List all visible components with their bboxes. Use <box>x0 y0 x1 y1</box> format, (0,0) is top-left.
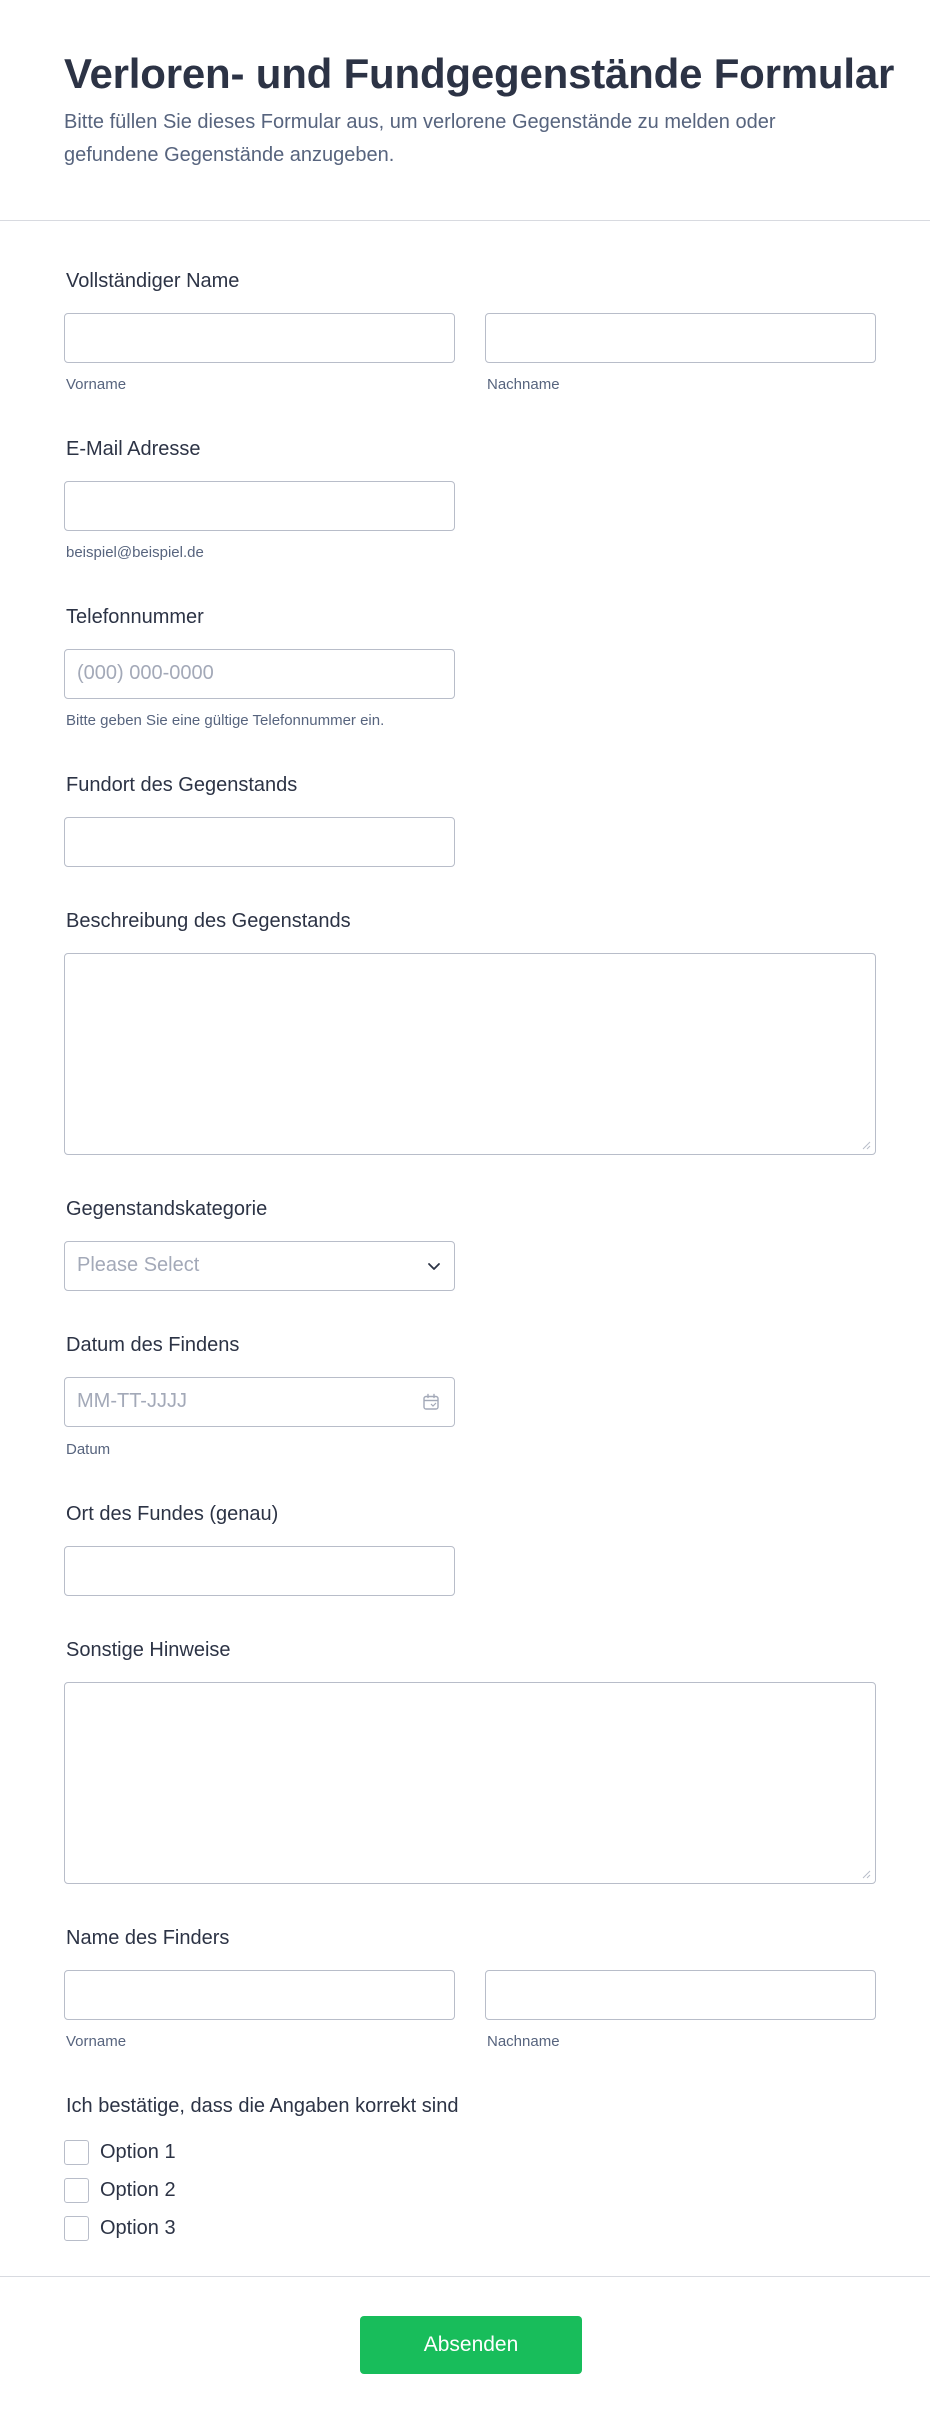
last-name-sublabel: Nachname <box>487 376 560 393</box>
checkbox[interactable] <box>64 2139 89 2165</box>
resize-grip-icon[interactable] <box>861 1140 871 1150</box>
confirmation-option[interactable]: Option 1 <box>64 2139 176 2165</box>
phone-label: Telefonnummer <box>66 606 204 628</box>
first-name-sublabel: Vorname <box>66 376 127 393</box>
full-name-label: Vollständiger Name <box>66 270 240 292</box>
email-input[interactable] <box>64 481 455 531</box>
finder-last-name-sublabel: Nachname <box>487 2033 560 2050</box>
item-category-placeholder: Please Select <box>77 1254 200 1276</box>
email-label: E-Mail Adresse <box>66 438 201 460</box>
checkbox[interactable] <box>64 2215 89 2241</box>
chevron-down-icon <box>428 1263 440 1270</box>
form-title: Verloren- und Fundgegenstände Formular <box>64 50 895 97</box>
found-place-input[interactable] <box>64 1546 455 1596</box>
item-description-label: Beschreibung des Gegenstands <box>66 910 351 932</box>
checkbox-label: Option 1 <box>100 2140 176 2163</box>
submit-button[interactable]: Absenden <box>360 2316 582 2374</box>
checkbox[interactable] <box>64 2177 89 2203</box>
found-date-sublabel: Datum <box>66 1441 111 1458</box>
item-category-label: Gegenstandskategorie <box>66 1198 268 1220</box>
form-subtitle: Bitte füllen Sie dieses Formular aus, um… <box>64 111 776 166</box>
phone-input[interactable]: (000) 000-0000 <box>64 649 455 699</box>
phone-sublabel: Bitte geben Sie eine gültige Telefonnumm… <box>66 712 385 729</box>
calendar-icon[interactable] <box>422 1393 440 1411</box>
first-name-input[interactable] <box>64 313 455 363</box>
found-date-placeholder: MM-TT-JJJJ <box>77 1390 187 1412</box>
resize-grip-icon[interactable] <box>861 1869 871 1879</box>
finder-first-name-sublabel: Vorname <box>66 2033 127 2050</box>
last-name-input[interactable] <box>485 313 876 363</box>
found-date-label: Datum des Findens <box>66 1334 240 1356</box>
finder-first-name-input[interactable] <box>64 1970 455 2020</box>
found-place-label: Ort des Fundes (genau) <box>66 1503 279 1525</box>
checkbox-label: Option 2 <box>100 2178 176 2201</box>
found-date-input[interactable]: MM-TT-JJJJ <box>64 1377 455 1427</box>
item-location-label: Fundort des Gegenstands <box>66 774 298 796</box>
confirmation-label: Ich bestätige, dass die Angaben korrekt … <box>66 2095 459 2117</box>
item-description-textarea[interactable] <box>64 953 876 1155</box>
footer-divider <box>0 2276 930 2277</box>
confirmation-option[interactable]: Option 2 <box>64 2177 176 2203</box>
email-sublabel: beispiel@beispiel.de <box>66 544 204 561</box>
notes-textarea[interactable] <box>64 1682 876 1884</box>
finder-last-name-input[interactable] <box>485 1970 876 2020</box>
phone-placeholder: (000) 000-0000 <box>77 662 214 684</box>
checkbox-label: Option 3 <box>100 2216 176 2239</box>
item-location-input[interactable] <box>64 817 455 867</box>
form-header: Verloren- und Fundgegenstände Formular B… <box>0 0 930 221</box>
finder-name-label: Name des Finders <box>66 1927 230 1949</box>
item-category-select[interactable]: Please Select <box>64 1241 455 1291</box>
confirmation-option[interactable]: Option 3 <box>64 2215 176 2241</box>
notes-label: Sonstige Hinweise <box>66 1639 231 1661</box>
